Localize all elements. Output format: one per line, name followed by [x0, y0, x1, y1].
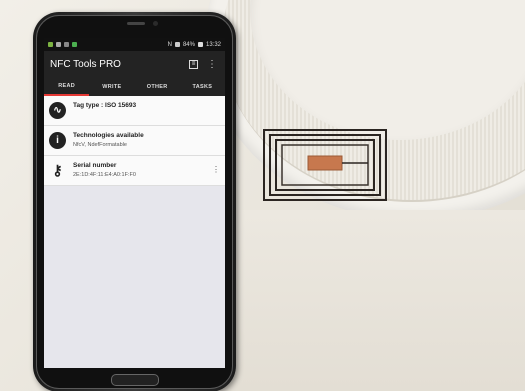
list-item-serial-number[interactable]: ⚷ Serial number 2E:1D:4F:11:E4:A0:1F:F0 … [44, 156, 225, 186]
list-item-tag-type[interactable]: ∿ Tag type : ISO 15693 [44, 96, 225, 126]
app-notification-icon [48, 42, 53, 47]
list-item-title: Technologies available [73, 132, 144, 139]
photo-scene: N 84% 13:32 NFC Tools PRO ≡ ⋮ READ WRITE… [0, 0, 525, 391]
list-item-title: Serial number [73, 162, 117, 169]
list-item-technologies[interactable]: i Technologies available NfcV, NdefForma… [44, 126, 225, 156]
empty-area [44, 186, 225, 368]
shirt-body [205, 210, 525, 391]
tab-tasks[interactable]: TASKS [180, 78, 225, 96]
phone-screen: N 84% 13:32 NFC Tools PRO ≡ ⋮ READ WRITE… [44, 38, 225, 368]
overflow-menu-icon[interactable]: ⋮ [207, 59, 217, 70]
tab-read[interactable]: READ [44, 78, 90, 96]
nfc-antenna-drawing [263, 129, 387, 201]
list-item-title: Tag type : ISO 15693 [73, 102, 137, 109]
status-bar: N 84% 13:32 [44, 38, 225, 51]
battery-percent: 84% [182, 41, 195, 48]
signal-icon [174, 41, 180, 47]
front-camera [153, 21, 158, 26]
tab-other[interactable]: OTHER [135, 78, 180, 96]
app-bar: NFC Tools PRO ≡ ⋮ [44, 51, 225, 78]
battery-icon [197, 41, 203, 47]
tab-write[interactable]: WRITE [89, 78, 134, 96]
smartphone: N 84% 13:32 NFC Tools PRO ≡ ⋮ READ WRITE… [33, 12, 236, 391]
status-time: 13:32 [205, 41, 221, 48]
list-item-detail: 2E:1D:4F:11:E4:A0:1F:F0 [73, 172, 136, 178]
system-icons: N 84% 13:32 [167, 41, 221, 48]
nfc-antenna-tag [262, 128, 388, 202]
cloud-icon [56, 42, 61, 47]
list-item-detail: NfcV, NdefFormatable [73, 142, 127, 148]
info-icon: i [49, 132, 66, 149]
tag-info-list: ∿ Tag type : ISO 15693 i Technologies av… [44, 96, 225, 186]
key-icon: ⚷ [52, 162, 63, 178]
app-title: NFC Tools PRO [50, 59, 121, 70]
nfc-status-icon: N [167, 41, 172, 48]
tab-bar: READ WRITE OTHER TASKS [44, 78, 225, 96]
phone-earpiece [127, 22, 145, 25]
home-button[interactable] [111, 374, 159, 386]
saved-tags-icon[interactable]: ≡ [189, 60, 198, 69]
android-icon [72, 42, 77, 47]
row-overflow-menu-icon[interactable]: ⋮ [212, 165, 220, 174]
search-icon [64, 42, 69, 47]
notification-icons [48, 42, 77, 47]
waveform-icon: ∿ [49, 102, 66, 119]
